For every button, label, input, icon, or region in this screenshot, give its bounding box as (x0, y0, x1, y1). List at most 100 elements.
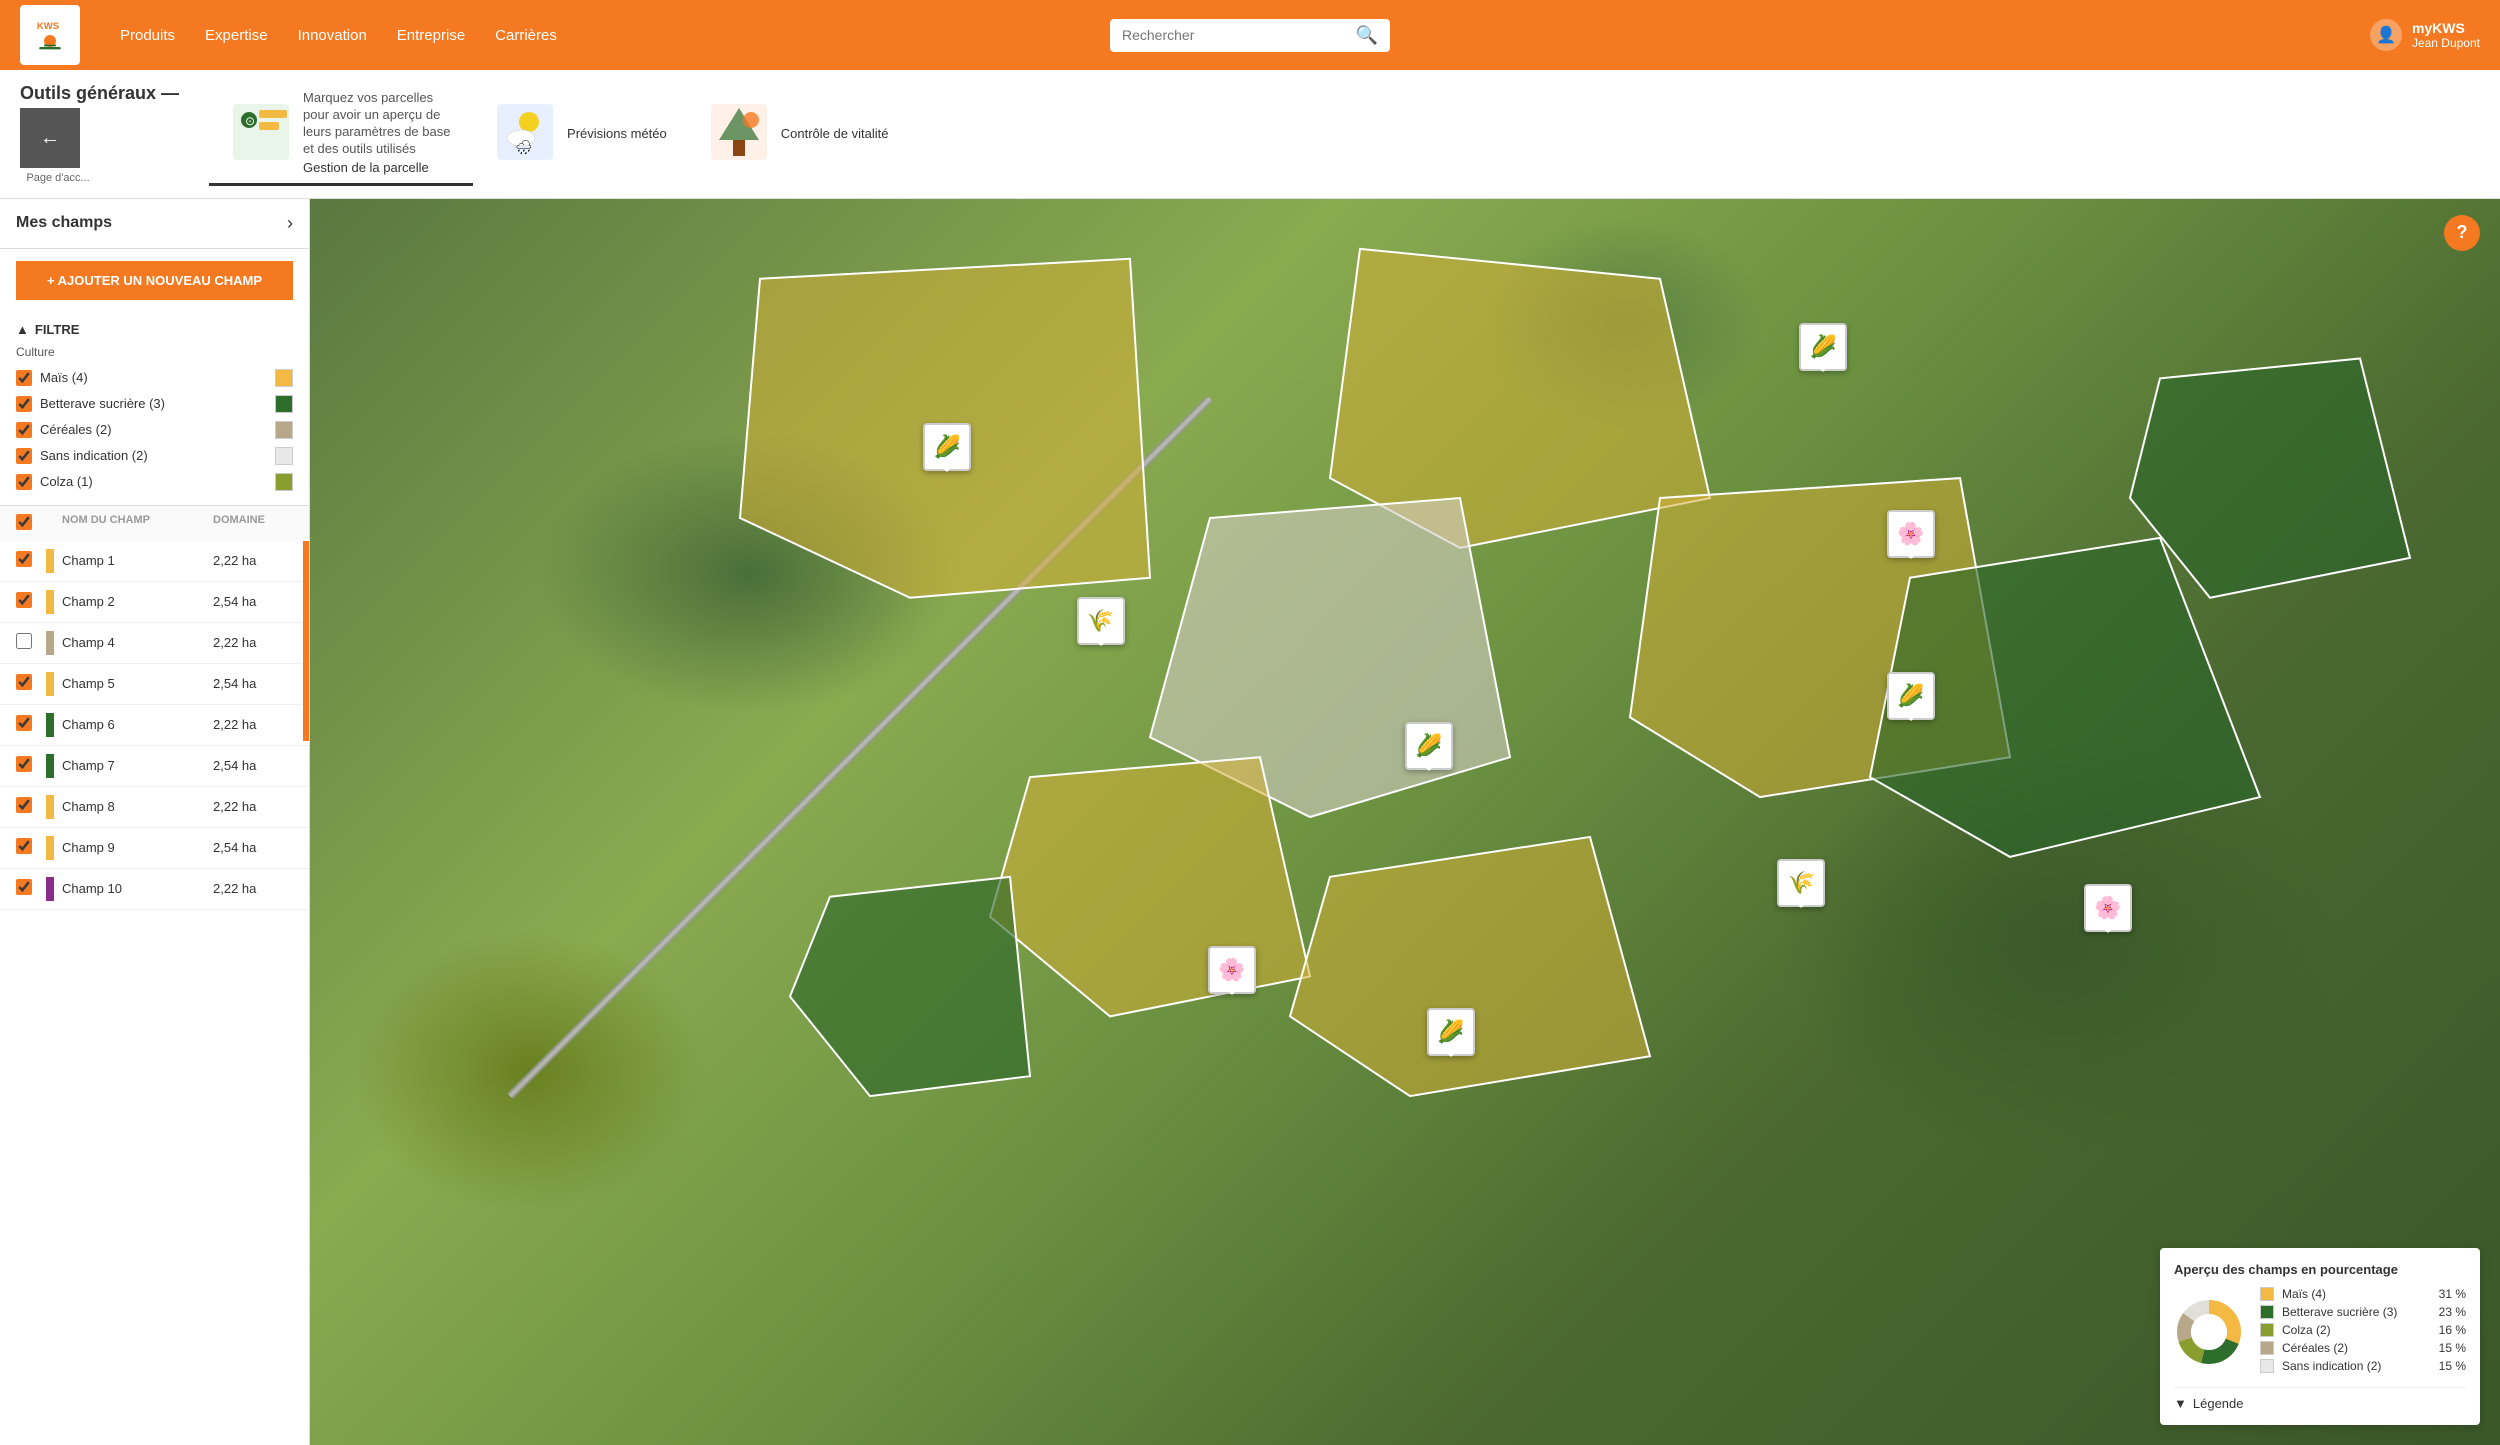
help-button[interactable]: ? (2444, 215, 2480, 251)
scroll-indicator[interactable] (303, 541, 309, 741)
field-checkbox-0[interactable] (16, 551, 32, 567)
map-icon-flower[interactable]: 🌸 (1887, 510, 1935, 558)
field-checkbox-3[interactable] (16, 674, 32, 690)
add-field-button[interactable]: + AJOUTER UN NOUVEAU CHAMP (16, 261, 293, 300)
tool-meteo-icon: 🌧 (493, 100, 557, 164)
main-layout: Mes champs › + AJOUTER UN NOUVEAU CHAMP … (0, 199, 2500, 1445)
search-icon[interactable]: 🔍 (1356, 25, 1378, 46)
field-name-0: Champ 1 (62, 553, 213, 568)
field-domain-1: 2,54 ha (213, 594, 293, 609)
svg-text:🌧: 🌧 (515, 139, 533, 155)
field-name-5: Champ 7 (62, 758, 213, 773)
map-icon-grain-2[interactable]: 🌾 (1777, 859, 1825, 907)
field-domain-5: 2,54 ha (213, 758, 293, 773)
map-icon-flower-2[interactable]: 🌸 (1208, 946, 1256, 994)
tool-meteo[interactable]: 🌧 Prévisions météo (473, 92, 687, 175)
legend-color-3 (2260, 1341, 2274, 1355)
legend-label-3: Céréales (2) (2282, 1341, 2348, 1355)
legend-item-0: Maïs (4) 31 % (2260, 1287, 2466, 1301)
filter-color-swatch-0 (275, 369, 293, 387)
map-icon-flower-3[interactable]: 🌸 (2084, 884, 2132, 932)
field-name-7: Champ 9 (62, 840, 213, 855)
filter-checkbox-3[interactable] (16, 448, 32, 464)
field-row-4[interactable]: Champ 6 2,22 ha (0, 705, 309, 746)
map-icon-corn-2[interactable]: 🌽 (1887, 672, 1935, 720)
legend-footer-label: Légende (2193, 1396, 2244, 1411)
filter-color-swatch-4 (275, 473, 293, 491)
nav-carrieres[interactable]: Carrières (495, 27, 557, 44)
legend-label-0: Maïs (4) (2282, 1287, 2326, 1301)
filter-item-2[interactable]: Céréales (2) (16, 417, 293, 443)
field-row-2[interactable]: Champ 4 2,22 ha (0, 623, 309, 664)
select-all-checkbox[interactable] (16, 514, 32, 530)
legend-item-2: Colza (2) 16 % (2260, 1323, 2466, 1337)
svg-text:⊙: ⊙ (245, 114, 255, 128)
field-row-8[interactable]: Champ 10 2,22 ha (0, 869, 309, 910)
filter-checkbox-2[interactable] (16, 422, 32, 438)
tool-gestion[interactable]: ⊙ Marquez vos parcelles pour avoir un ap… (209, 82, 473, 186)
map-icon-grain[interactable]: 🌾 (1077, 597, 1125, 645)
filter-checkbox-1[interactable] (16, 396, 32, 412)
field-row-7[interactable]: Champ 9 2,54 ha (0, 828, 309, 869)
field-checkbox-4[interactable] (16, 715, 32, 731)
nav-produits[interactable]: Produits (120, 27, 175, 44)
back-button[interactable]: ← (20, 108, 80, 168)
map-icon-corn[interactable]: 🌽 (1799, 323, 1847, 371)
field-domain-2: 2,22 ha (213, 635, 293, 650)
field-checkbox-2[interactable] (16, 633, 32, 649)
field-color-bar-5 (46, 754, 54, 778)
table-header: NOM DU CHAMP DOMAINE (0, 505, 309, 541)
tool-vitalite-icon (707, 100, 771, 164)
field-checkbox-6[interactable] (16, 797, 32, 813)
nav-innovation[interactable]: Innovation (298, 27, 367, 44)
kws-logo[interactable]: KWS (20, 5, 80, 65)
legend-color-1 (2260, 1305, 2274, 1319)
field-row-3[interactable]: Champ 5 2,54 ha (0, 664, 309, 705)
field-checkbox-7[interactable] (16, 838, 32, 854)
legend-label-1: Betterave sucrière (3) (2282, 1305, 2397, 1319)
field-checkbox-area-0 (16, 551, 46, 570)
field-domain-0: 2,22 ha (213, 553, 293, 568)
filter-item-1[interactable]: Betterave sucrière (3) (16, 391, 293, 417)
map-icon-corn-3[interactable]: 🌽 (1427, 1008, 1475, 1056)
field-checkbox-5[interactable] (16, 756, 32, 772)
field-name-2: Champ 4 (62, 635, 213, 650)
field-color-bar-6 (46, 795, 54, 819)
filter-item-3[interactable]: Sans indication (2) (16, 443, 293, 469)
field-color-bar-0 (46, 549, 54, 573)
culture-label: Culture (16, 345, 293, 359)
field-checkbox-area-5 (16, 756, 46, 775)
map-icon-corn[interactable]: 🌽 (1405, 722, 1453, 770)
field-checkbox-area-7 (16, 838, 46, 857)
sidebar-expand-icon[interactable]: › (287, 213, 293, 234)
field-name-3: Champ 5 (62, 676, 213, 691)
filter-name-2: Céréales (2) (40, 422, 267, 437)
filter-name-0: Maïs (4) (40, 370, 267, 385)
field-row-1[interactable]: Champ 2 2,54 ha (0, 582, 309, 623)
logo-area: KWS (20, 5, 80, 65)
filter-checkbox-0[interactable] (16, 370, 32, 386)
field-name-8: Champ 10 (62, 881, 213, 896)
filter-item-4[interactable]: Colza (1) (16, 469, 293, 495)
legend-pct-4: 15 % (2439, 1359, 2466, 1373)
filter-collapse-icon[interactable]: ▲ (16, 322, 29, 337)
col-name-header: NOM DU CHAMP (62, 514, 213, 533)
field-checkbox-1[interactable] (16, 592, 32, 608)
legend-item-4: Sans indication (2) 15 % (2260, 1359, 2466, 1373)
map-icon-sunflower[interactable]: 🌽 (923, 423, 971, 471)
search-input[interactable] (1122, 27, 1356, 43)
field-row-0[interactable]: Champ 1 2,22 ha (0, 541, 309, 582)
tool-vitalite[interactable]: Contrôle de vitalité (687, 92, 909, 175)
nav-expertise[interactable]: Expertise (205, 27, 268, 44)
field-row-6[interactable]: Champ 8 2,22 ha (0, 787, 309, 828)
field-row-5[interactable]: Champ 7 2,54 ha (0, 746, 309, 787)
user-info[interactable]: myKWS Jean Dupont (2412, 20, 2480, 50)
legend-footer[interactable]: ▼ Légende (2174, 1387, 2466, 1411)
map-area[interactable]: 🌽🌽🌸🌾🌽🌽🌾🌸🌽🌸 ? Aperçu des champs en pource… (310, 199, 2500, 1445)
nav-entreprise[interactable]: Entreprise (397, 27, 465, 44)
field-checkbox-area-6 (16, 797, 46, 816)
back-label: Page d'acc... (26, 172, 89, 184)
filter-checkbox-4[interactable] (16, 474, 32, 490)
filter-item-0[interactable]: Maïs (4) (16, 365, 293, 391)
field-checkbox-8[interactable] (16, 879, 32, 895)
